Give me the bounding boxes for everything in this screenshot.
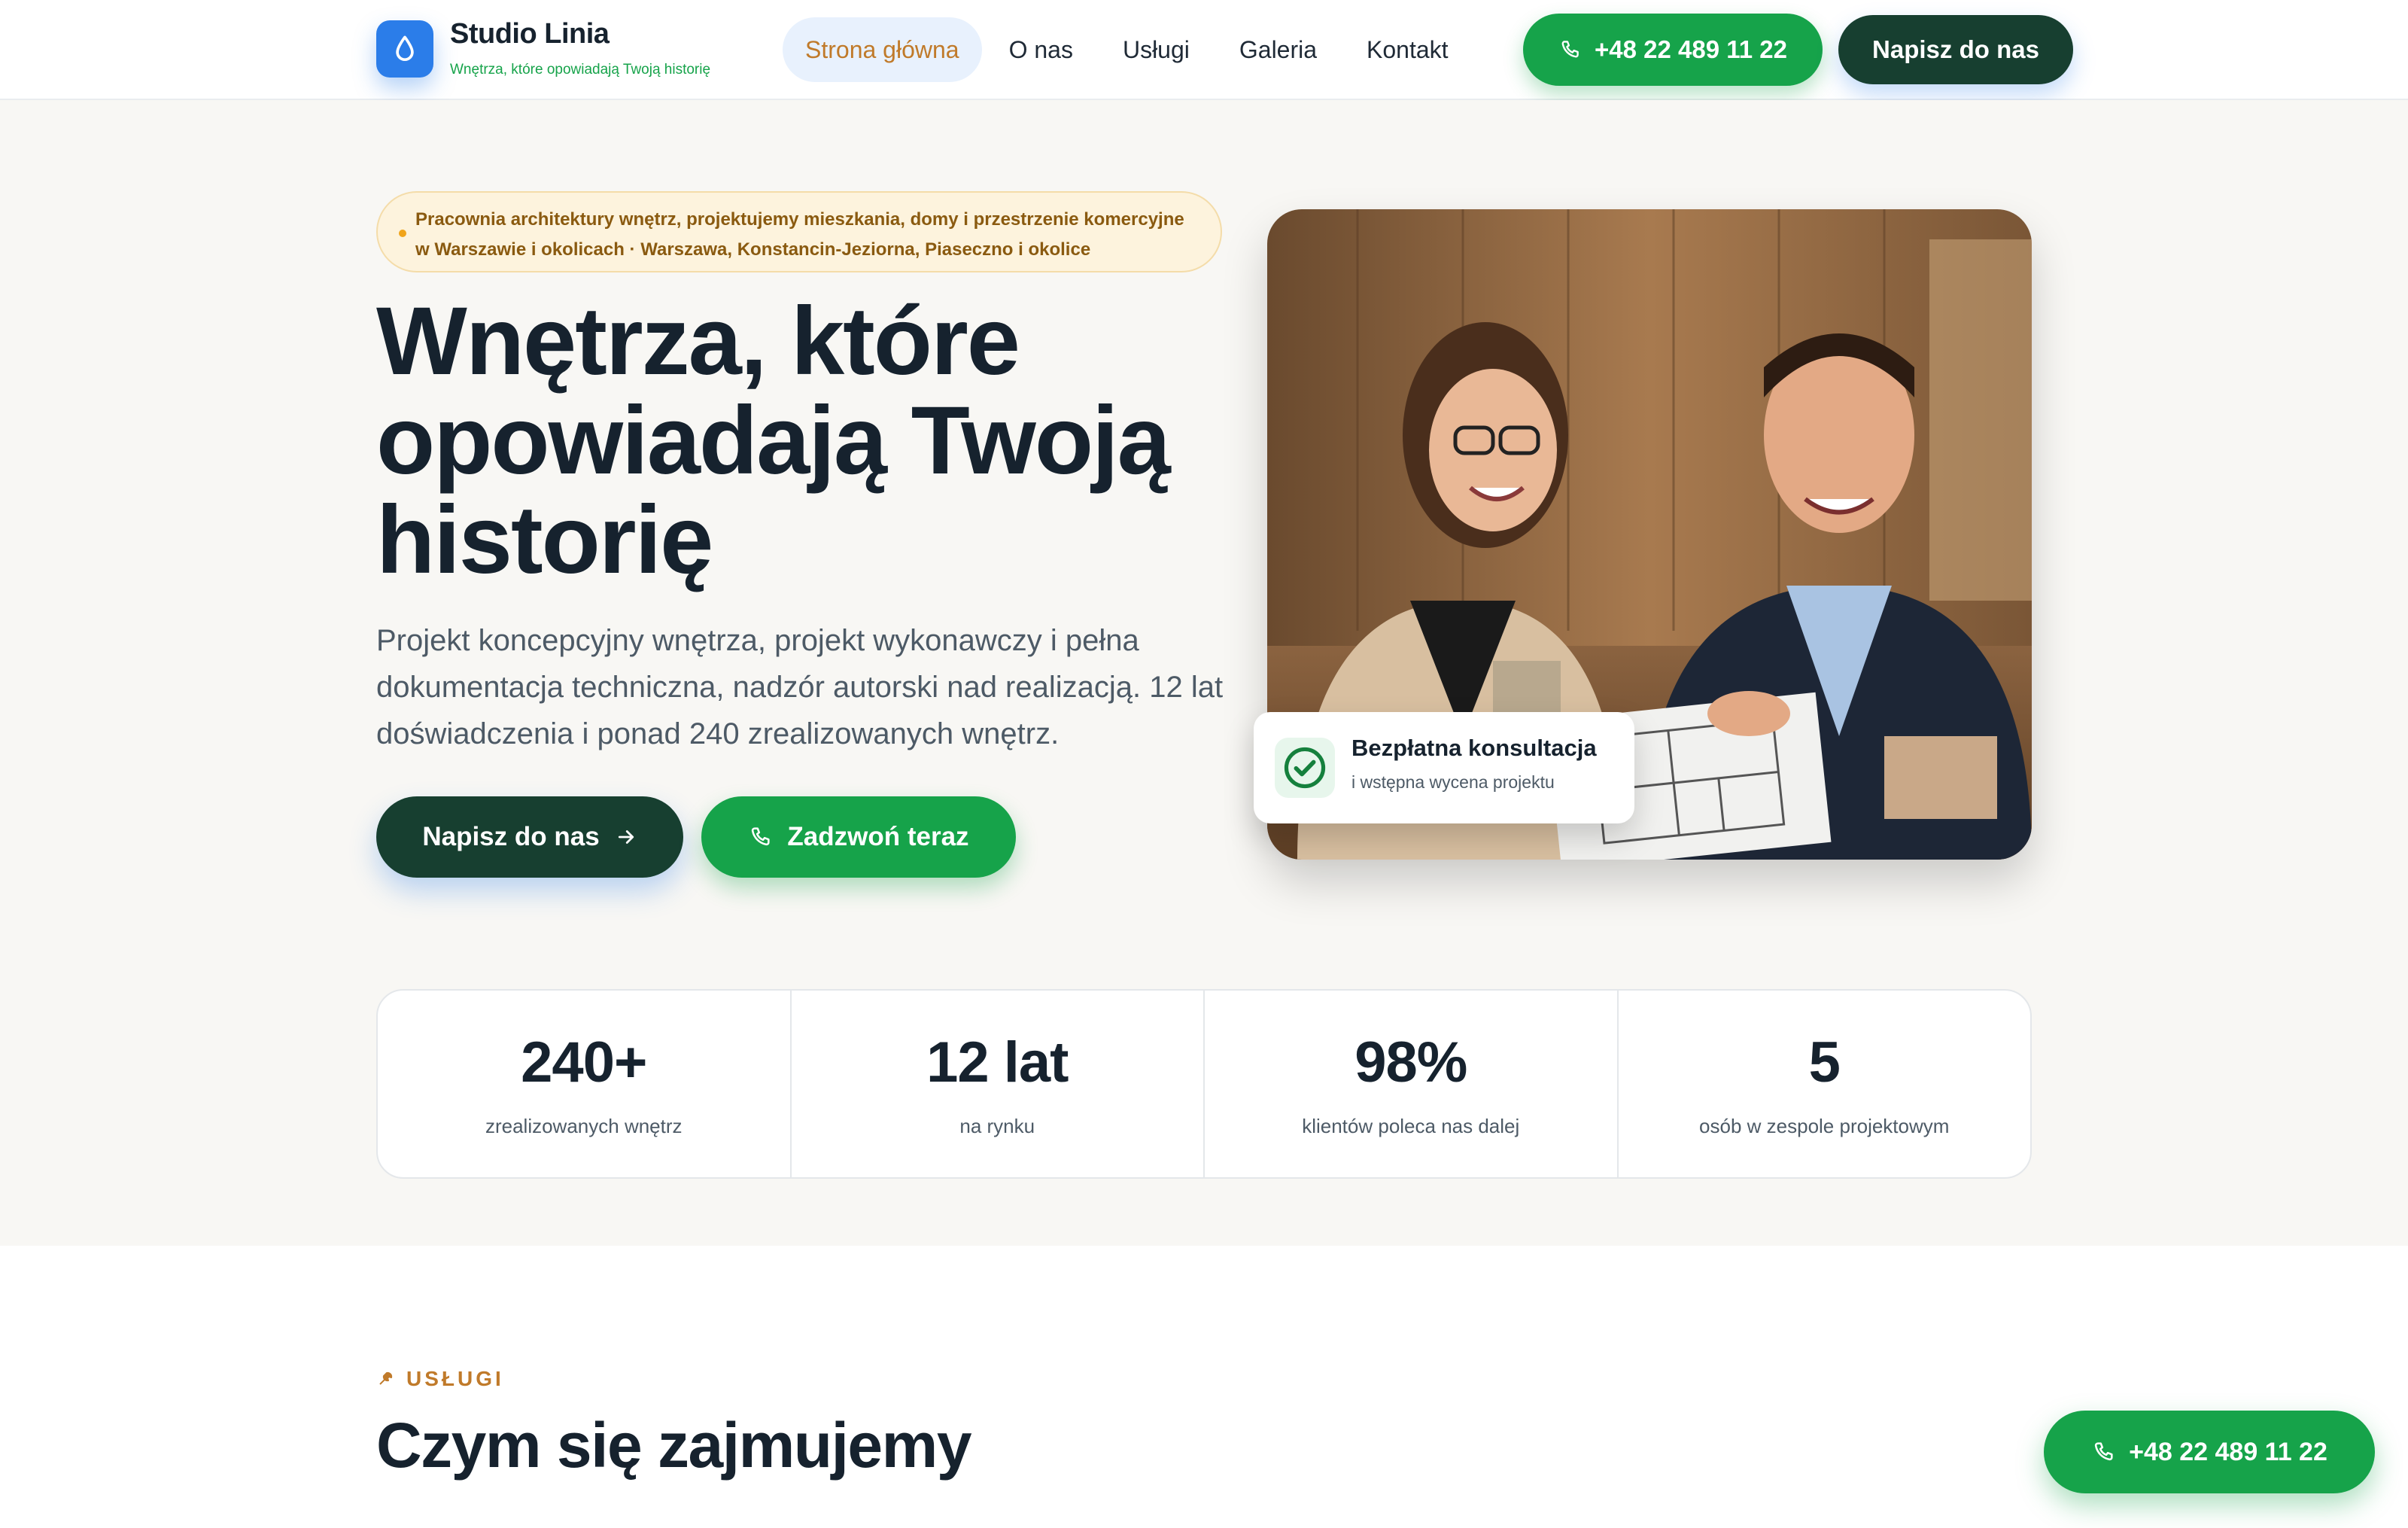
hero-write-label: Napisz do nas — [422, 822, 600, 851]
consultation-title: Bezpłatna konsultacja — [1351, 735, 1597, 761]
badge-text: Pracownia architektury wnętrz, projektuj… — [415, 205, 1213, 265]
floating-phone-label: +48 22 489 11 22 — [2129, 1437, 2327, 1466]
floating-phone-button[interactable]: +48 22 489 11 22 — [2044, 1411, 2375, 1493]
main-menu: Strona główna O nas Usługi Galeria Konta… — [783, 17, 1471, 82]
stat-label: osób w zespole projektowym — [1699, 1115, 1950, 1137]
location-badge: Pracownia architektury wnętrz, projektuj… — [376, 191, 1222, 272]
phone-icon — [2094, 1442, 2113, 1461]
badge-dot — [399, 230, 406, 237]
hero-title: Wnętrza, które opowiadają Twoją historię — [376, 288, 1171, 594]
nav-link-home[interactable]: Strona główna — [783, 17, 982, 82]
services-eyebrow: USŁUGI — [376, 1367, 504, 1391]
phone-icon — [752, 827, 771, 846]
top-nav: Studio Linia Wnętrza, które opowiadają T… — [0, 0, 2408, 100]
badge-line-2: w Warszawie i okolicach · Warszawa, Kons… — [415, 239, 1091, 260]
stat-value: 98% — [1354, 1030, 1467, 1094]
nav-link-services[interactable]: Usługi — [1100, 17, 1212, 82]
brand-name[interactable]: Studio Linia — [450, 18, 610, 50]
hero-call-button[interactable]: Zadzwoń teraz — [701, 796, 1016, 878]
nav-link-contact[interactable]: Kontakt — [1344, 17, 1471, 82]
nav-link-gallery[interactable]: Galeria — [1217, 17, 1339, 82]
wrench-icon — [379, 1371, 393, 1385]
brand-tagline: Wnętrza, które opowiadają Twoją historię — [450, 62, 711, 78]
stat-value: 240+ — [521, 1030, 647, 1094]
stat-value: 12 lat — [926, 1030, 1069, 1094]
consultation-card: Bezpłatna konsultacja i wstępna wycena p… — [1254, 712, 1634, 823]
nav-phone-button[interactable]: +48 22 489 11 22 — [1523, 14, 1823, 86]
consultation-subtitle: i wstępna wycena projektu — [1351, 772, 1555, 792]
brand-logo[interactable] — [376, 20, 433, 78]
arrow-right-icon — [618, 830, 634, 844]
hero-description: Projekt koncepcyjny wnętrza, projekt wyk… — [376, 624, 1224, 750]
stats-bar: 240+ zrealizowanych wnętrz 12 lat na ryn… — [376, 989, 2032, 1179]
services-eyebrow-label: USŁUGI — [406, 1367, 504, 1390]
stat-item: 5 osób w zespole projektowym — [1619, 991, 2031, 1177]
phone-icon — [1561, 41, 1579, 58]
nav-write-button[interactable]: Napisz do nas — [1838, 15, 2073, 84]
hero-write-button[interactable]: Napisz do nas — [376, 796, 683, 878]
stat-label: klientów poleca nas dalej — [1302, 1115, 1520, 1137]
badge-line-1: Pracownia architektury wnętrz, projektuj… — [415, 209, 1184, 230]
stat-item: 240+ zrealizowanych wnętrz — [378, 991, 792, 1177]
stat-label: na rynku — [959, 1115, 1035, 1137]
stat-item: 98% klientów poleca nas dalej — [1205, 991, 1619, 1177]
stat-item: 12 lat na rynku — [792, 991, 1205, 1177]
check-circle-icon — [1275, 738, 1335, 798]
nav-link-about[interactable]: O nas — [987, 17, 1096, 82]
drop-icon — [396, 35, 414, 61]
stat-label: zrealizowanych wnętrz — [485, 1115, 683, 1137]
services-title: Czym się zajmujemy — [376, 1410, 972, 1481]
stat-value: 5 — [1808, 1030, 1841, 1094]
nav-phone-label: +48 22 489 11 22 — [1594, 35, 1787, 63]
hero-call-label: Zadzwoń teraz — [787, 822, 969, 851]
